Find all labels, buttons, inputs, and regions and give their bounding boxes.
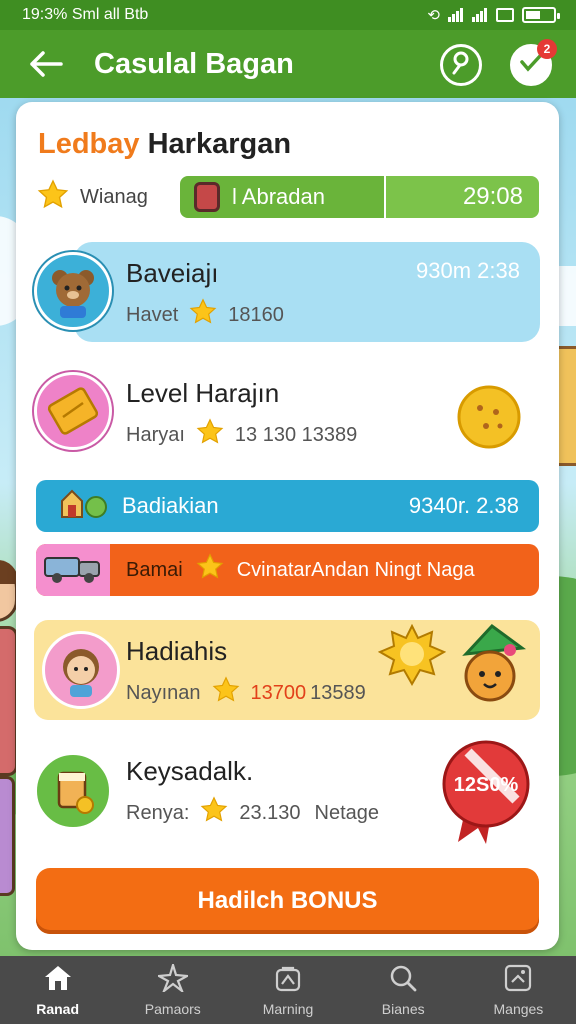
nav-label: Bianes — [381, 1000, 425, 1017]
entry-name: Baveiajı — [126, 258, 219, 288]
list-item[interactable]: Keysadalk. Renya: 23.130 Netage 12S0% — [34, 738, 540, 848]
app-bar-actions: 2 — [440, 39, 557, 86]
elf-character-icon — [448, 624, 532, 721]
profile-button[interactable] — [440, 44, 482, 86]
list-item-highlight-blue[interactable]: Baveiajı Havet 18160 930m 2:38 — [34, 242, 540, 344]
nav-label: Ranad — [36, 1000, 79, 1017]
entry-stats: Havet 18160 — [126, 298, 284, 332]
main-card: Ledbay Harkargan Wianag l Abradan 29:08 … — [16, 102, 559, 950]
card-title-brand: Ledbay — [38, 128, 140, 160]
banner-blue[interactable]: Badiakian 9340r. 2.38 — [36, 480, 539, 532]
entry-name: Keysadalk. — [126, 756, 254, 786]
person-icon — [450, 51, 472, 80]
nav-label: Manges — [493, 1000, 544, 1017]
timer-pill-label-section: l Abradan — [180, 176, 384, 218]
page-title: Casulal Bagan — [94, 47, 294, 80]
status-icons: ⟲ — [427, 6, 560, 24]
entry-label: Haryaı — [126, 423, 185, 446]
card-title: Ledbay Harkargan — [38, 128, 291, 161]
app-bar: Casulal Bagan 2 — [0, 30, 576, 98]
status-time: 19:3% Sml all Btb — [22, 6, 149, 23]
timer-pill[interactable]: l Abradan 29:08 — [180, 176, 539, 218]
nav-item-marning[interactable]: Marning — [230, 956, 345, 1024]
nav-item-pamaors[interactable]: Pamaors — [115, 956, 230, 1024]
star-icon — [188, 298, 218, 332]
signal-icon — [448, 8, 464, 22]
star-icon — [199, 796, 229, 830]
star-icon — [211, 676, 241, 710]
back-arrow-icon[interactable] — [26, 44, 66, 84]
entry-extra: Netage — [314, 801, 380, 824]
vibrate-icon: ⟲ — [427, 7, 440, 24]
entry-value: 23.130 — [239, 801, 301, 824]
card-title-text: Harkargan — [147, 128, 292, 160]
nav-label: Marning — [262, 1000, 314, 1017]
discount-badge[interactable]: 12S0% — [438, 738, 534, 844]
home-icon — [43, 964, 73, 995]
banner-label: Badiakian — [122, 493, 219, 518]
search-icon — [388, 964, 418, 995]
banner-label: Bamai — [126, 558, 183, 581]
bottom-nav: Ranad Pamaors Marning Bianes Manges — [0, 956, 576, 1024]
banner-text: CvinatarAndan Ningt Naga — [236, 558, 475, 581]
summary-row: Wianag l Abradan 29:08 — [36, 174, 539, 220]
nav-item-home[interactable]: Ranad — [0, 956, 115, 1024]
banner-orange[interactable]: Bamai CvinatarAndan Ningt Naga — [36, 544, 539, 596]
timer-pill-time-section: 29:08 — [384, 176, 539, 218]
building-icon — [56, 485, 108, 527]
lock-box-icon — [273, 964, 303, 995]
entry-time: 930m 2:38 — [416, 258, 520, 283]
entry-stats: Nayınan 13700 13589 — [126, 676, 366, 710]
list-item[interactable]: Level Harajın Haryaı 13 130 13389 — [34, 372, 540, 468]
banner-icon-section — [36, 544, 110, 596]
list-item-highlight-yellow[interactable]: Hadiahis Nayınan 13700 13589 — [34, 620, 540, 722]
timer-pill-label: l Abradan — [232, 184, 325, 209]
drink-avatar-icon — [34, 752, 112, 830]
ticket-avatar-icon — [34, 372, 112, 450]
bonus-button[interactable]: Hadilch BONUS — [36, 868, 539, 934]
star-icon — [195, 553, 225, 587]
entry-stats: Renya: 23.130 Netage — [126, 796, 379, 830]
entry-label: Nayınan — [126, 681, 201, 704]
sun-badge-icon — [377, 623, 447, 691]
discount-badge-text: 12S0% — [453, 774, 519, 796]
battery-icon — [522, 7, 560, 23]
grid-box-icon — [503, 964, 533, 995]
entry-value: 18160 — [228, 303, 284, 326]
entry-label: Havet — [126, 303, 179, 326]
jar-icon — [194, 182, 220, 212]
notifications-button[interactable]: 2 — [510, 39, 557, 86]
image-icon — [496, 8, 514, 22]
truck-icon — [43, 550, 103, 590]
star-icon — [36, 178, 70, 216]
entry-name: Hadiahis — [126, 636, 228, 666]
nav-label: Pamaors — [144, 1000, 201, 1017]
entry-name: Level Harajın — [126, 378, 280, 408]
entry-value: 13 130 13389 — [234, 423, 358, 446]
entry-stats: Haryaı 13 130 13389 — [126, 418, 357, 452]
nav-item-bianes[interactable]: Bianes — [346, 956, 461, 1024]
girl-avatar-icon — [42, 631, 120, 709]
summary-label: Wianag — [80, 185, 148, 208]
entry-label: Renya: — [126, 801, 190, 824]
sparkle-icon — [155, 960, 191, 995]
status-bar: 19:3% Sml all Btb ⟲ — [0, 0, 576, 30]
bear-avatar-icon — [34, 252, 112, 330]
signal-icon — [472, 8, 488, 22]
entry-value: 13589 — [310, 681, 366, 704]
entry-value-highlight: 13700 — [250, 681, 307, 704]
timer-value: 29:08 — [462, 183, 523, 210]
star-icon — [195, 418, 225, 452]
banner-time: 9340r. 2.38 — [408, 493, 519, 518]
notification-badge: 2 — [537, 39, 557, 59]
nav-item-manges[interactable]: Manges — [461, 956, 576, 1024]
cookie-icon — [456, 384, 522, 455]
